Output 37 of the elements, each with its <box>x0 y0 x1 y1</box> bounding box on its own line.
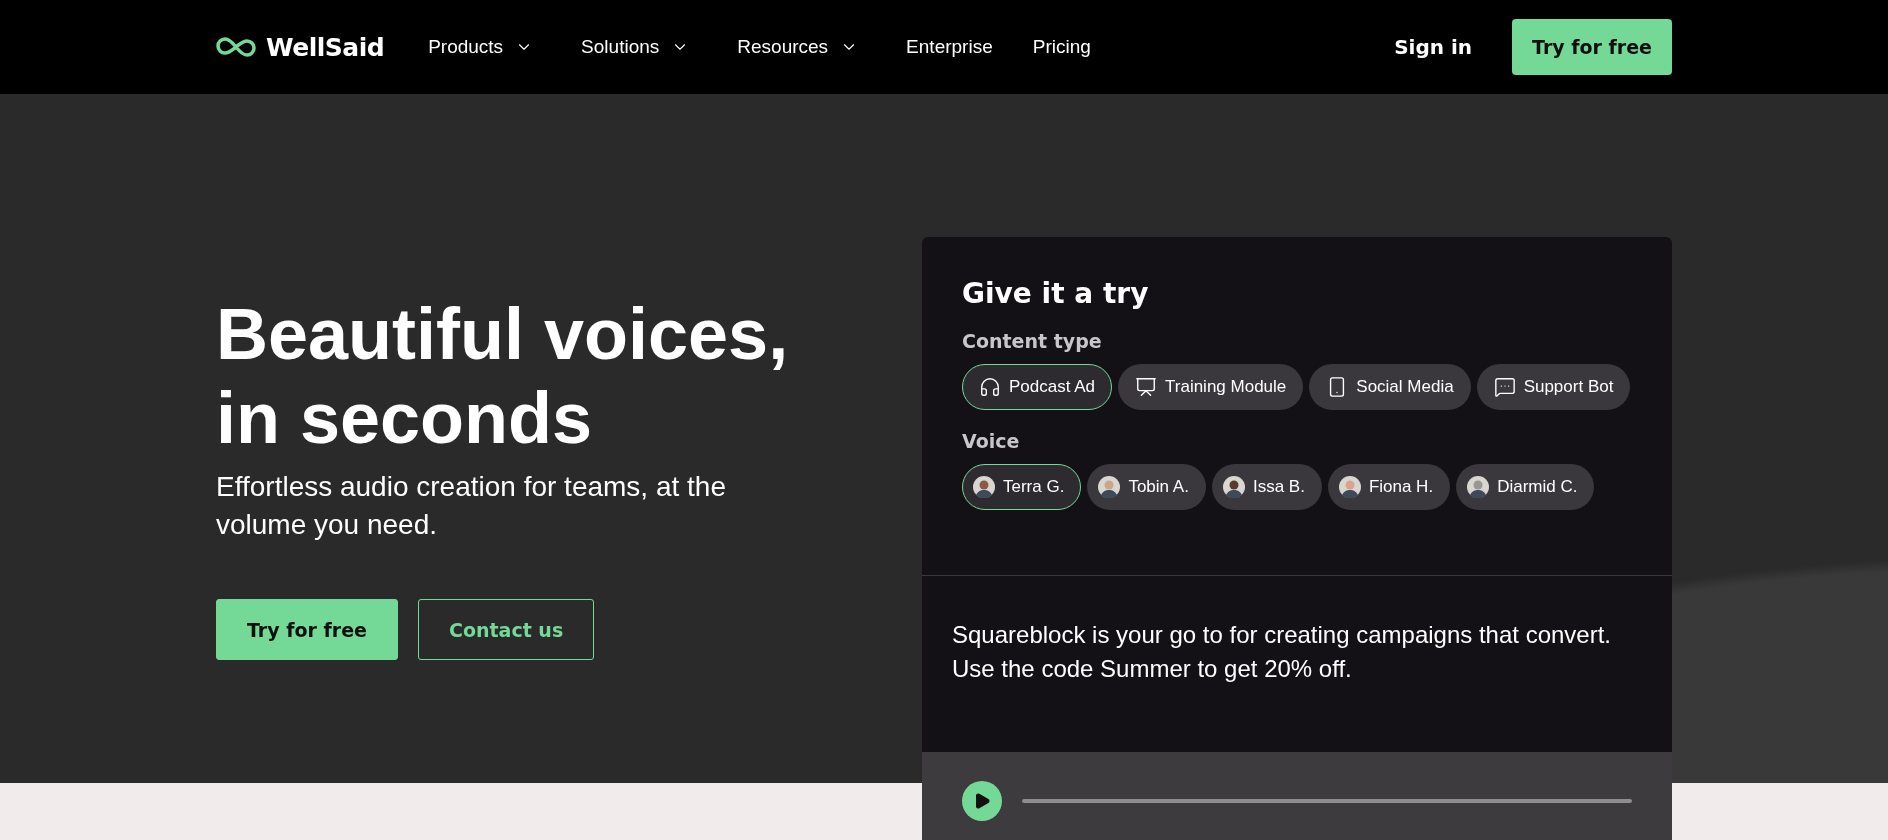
avatar-icon <box>1467 476 1490 498</box>
chat-icon <box>1493 376 1516 398</box>
logo-icon <box>216 36 256 58</box>
section-label: Voice <box>962 430 1021 452</box>
hero-title: Beautiful voices, in seconds <box>216 293 790 460</box>
avatar-icon <box>973 476 995 498</box>
try-free-button[interactable]: Try for free <box>216 599 398 660</box>
avatar-icon <box>1222 476 1245 498</box>
sign-in-link[interactable]: Sign in <box>1394 35 1473 59</box>
headphones-icon <box>979 376 1001 398</box>
content-type-chip[interactable]: Training Module <box>1118 364 1304 410</box>
hero-subtitle: Effortless audio creation for teams, at the volume you need. <box>216 470 727 542</box>
contact-button[interactable]: Contact us <box>417 599 595 660</box>
progress-track[interactable] <box>1022 799 1632 803</box>
nav-link[interactable]: Enterprise <box>906 36 993 58</box>
voice-chip[interactable]: Issa B. <box>1211 464 1322 510</box>
play-button[interactable] <box>962 781 1002 821</box>
presentation-icon <box>1135 376 1157 398</box>
content-type-chip[interactable]: Podcast Ad <box>962 364 1112 410</box>
voice-chip[interactable]: Fiona H. <box>1327 464 1451 510</box>
voice-chip[interactable]: Diarmid C. <box>1456 464 1595 510</box>
nav-link[interactable]: Resources <box>737 36 859 58</box>
try-free-button[interactable]: Try for free <box>1512 19 1672 75</box>
avatar-icon <box>1338 476 1361 498</box>
section-label: Content type <box>962 330 1103 352</box>
voice-chip[interactable]: Terra G. <box>962 464 1082 510</box>
nav-link[interactable]: Products <box>428 36 534 58</box>
script-text: Squareblock is your go to for creating campaigns that convert. Use the code Summer to get 20% off. <box>951 620 1612 684</box>
voice-chip[interactable]: Tobin A. <box>1087 464 1206 510</box>
nav-link[interactable]: Solutions <box>581 36 690 58</box>
content-type-chip[interactable]: Social Media <box>1309 364 1471 410</box>
content-type-chip[interactable]: Support Bot <box>1476 364 1631 410</box>
play-icon <box>973 792 991 810</box>
avatar-icon <box>1098 476 1121 498</box>
logo-text[interactable]: WellSaid <box>266 32 385 62</box>
card-title: Give it a try <box>962 277 1150 310</box>
nav-link[interactable]: Pricing <box>1032 36 1091 58</box>
